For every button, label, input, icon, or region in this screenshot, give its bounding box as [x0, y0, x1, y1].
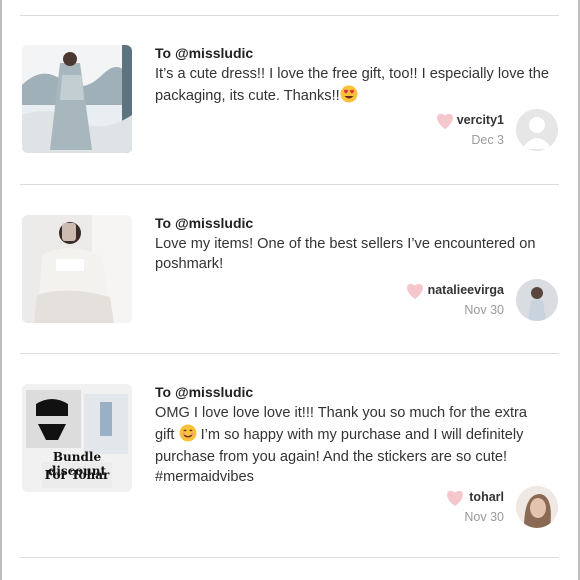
review-message: Love my items! One of the best sellers I…	[155, 236, 536, 272]
review-card: To @missludic Love my items! One of the …	[0, 205, 580, 365]
reviewer-username[interactable]: natalieevirga	[410, 283, 504, 297]
review-message: OMG I love love love it!!! Thank you so …	[155, 405, 528, 485]
avatar[interactable]	[516, 279, 558, 321]
divider	[20, 353, 559, 354]
review-card: To @missludic It’s a cute dress!! I love…	[0, 35, 580, 195]
review-recipient: To @missludic	[155, 215, 254, 231]
reviewer-username[interactable]: vercity1	[440, 113, 504, 127]
review-date: Nov 30	[464, 510, 504, 524]
review-date: Nov 30	[464, 303, 504, 317]
heart-eyes-emoji-icon	[340, 85, 358, 110]
review-date: Dec 3	[471, 133, 504, 147]
divider	[20, 15, 559, 16]
review-card: Bundle discount For Tohar To @missludic …	[0, 374, 580, 534]
review-recipient: To @missludic	[155, 45, 254, 61]
smiling-face-emoji-icon	[179, 424, 197, 449]
avatar[interactable]	[516, 486, 558, 528]
item-thumbnail[interactable]	[22, 45, 132, 153]
divider	[20, 184, 559, 185]
item-thumbnail[interactable]: Bundle discount For Tohar	[22, 384, 132, 492]
reviewer-username[interactable]: toharl	[450, 490, 504, 504]
review-recipient: To @missludic	[155, 384, 254, 400]
review-message: It’s a cute dress!! I love the free gift…	[155, 65, 550, 109]
divider	[20, 557, 559, 558]
item-thumbnail[interactable]	[22, 215, 132, 323]
thumbnail-caption: For Tohar	[44, 468, 110, 482]
default-avatar-icon[interactable]	[516, 109, 558, 151]
